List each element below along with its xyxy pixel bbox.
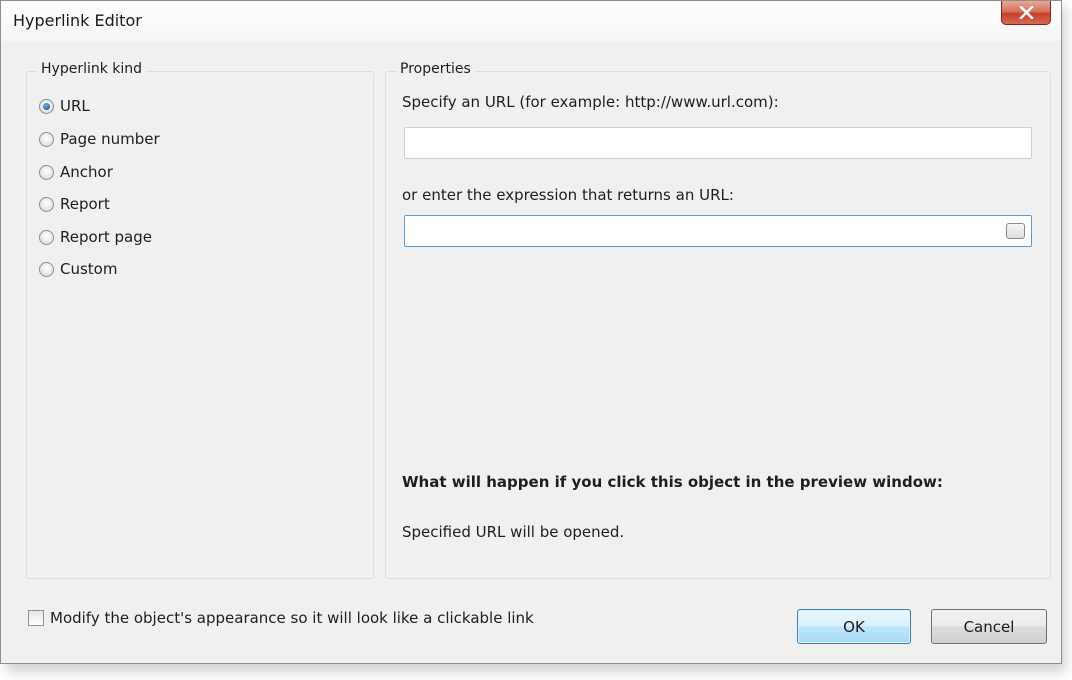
radio-button-checked-icon[interactable] xyxy=(39,98,54,114)
radio-label: Report page xyxy=(60,228,152,246)
url-input[interactable] xyxy=(404,127,1032,159)
radio-button-icon[interactable] xyxy=(39,164,54,180)
radio-report-page[interactable]: Report page xyxy=(39,227,152,247)
hyperlink-kind-label: Hyperlink kind xyxy=(37,61,147,77)
radio-label: URL xyxy=(60,97,90,115)
ok-button[interactable]: OK xyxy=(797,609,911,644)
appearance-checkbox[interactable] xyxy=(28,610,44,626)
radio-url[interactable]: URL xyxy=(39,96,90,116)
expression-input[interactable] xyxy=(404,215,1032,247)
radio-label: Custom xyxy=(60,260,118,278)
appearance-checkbox-label[interactable]: Modify the object's appearance so it wil… xyxy=(50,609,534,627)
radio-report[interactable]: Report xyxy=(39,194,110,214)
radio-label: Report xyxy=(60,195,110,213)
radio-button-icon[interactable] xyxy=(39,131,54,147)
radio-label: Page number xyxy=(60,130,160,148)
url-prompt: Specify an URL (for example: http://www.… xyxy=(402,93,779,111)
close-icon xyxy=(1019,6,1034,19)
result-text: Specified URL will be opened. xyxy=(402,523,625,541)
properties-label: Properties xyxy=(396,61,475,77)
radio-label: Anchor xyxy=(60,163,113,181)
radio-anchor[interactable]: Anchor xyxy=(39,162,113,182)
radio-page-number[interactable]: Page number xyxy=(39,129,160,149)
radio-button-icon[interactable] xyxy=(39,261,54,277)
properties-group: Properties Specify an URL (for example: … xyxy=(385,61,1051,579)
cancel-button[interactable]: Cancel xyxy=(931,609,1047,644)
hyperlink-kind-group: Hyperlink kind URL Page number Anchor Re… xyxy=(26,61,374,579)
radio-button-icon[interactable] xyxy=(39,196,54,212)
expression-prompt: or enter the expression that returns an … xyxy=(402,186,734,204)
window-title: Hyperlink Editor xyxy=(13,11,142,30)
radio-custom[interactable]: Custom xyxy=(39,259,117,279)
result-heading: What will happen if you click this objec… xyxy=(402,473,943,491)
title-bar: Hyperlink Editor xyxy=(1,1,1061,41)
hyperlink-editor-dialog: Hyperlink Editor Hyperlink kind URL Page… xyxy=(0,0,1062,664)
radio-button-icon[interactable] xyxy=(39,229,54,245)
close-button[interactable] xyxy=(1001,1,1051,25)
expression-editor-button[interactable] xyxy=(1006,223,1025,239)
